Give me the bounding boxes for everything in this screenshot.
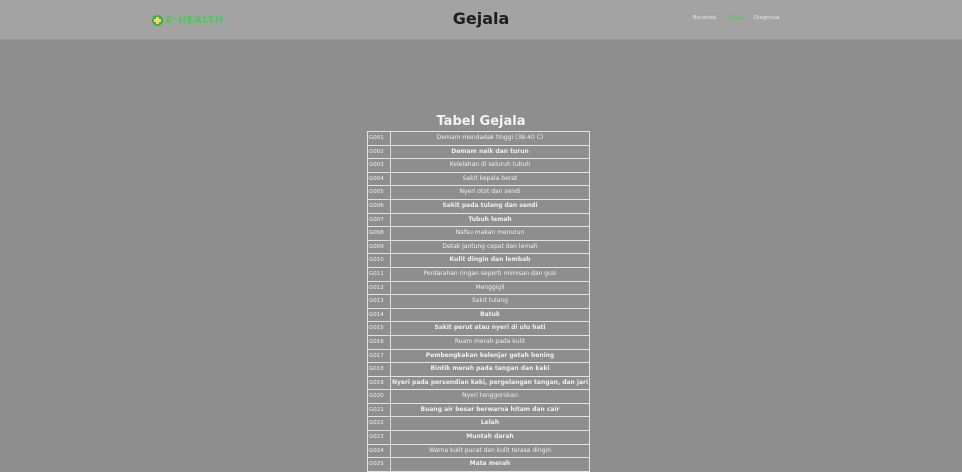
table-row: G015 Sakit perut atau nyeri di ulu hati [367,321,590,336]
symptom-name-cell: Nyeri tenggorokan [390,389,590,404]
symptom-code-cell: G001 [367,131,391,146]
symptom-name-cell: Kelelahan di seluruh tubuh [390,158,590,173]
table-row: G001 Demam mendadak tinggi (38-40 C) [367,131,590,146]
symptom-code-cell: G024 [367,443,391,459]
table-row: G019 Nyeri pada persendian kaki, pergelan… [367,375,590,391]
nav-links: Beranda Gejala Diagnosa [693,15,779,21]
symptom-code-cell: G004 [367,171,391,187]
symptom-name-cell: Detak jantung cepat dan lemah [390,239,590,255]
symptom-code-cell: G008 [367,226,391,241]
table-row: G025 Mata merah [367,457,590,472]
table-row: G020 Nyeri tenggorokan [367,389,590,404]
symptom-code-cell: G009 [367,239,391,255]
symptom-code-cell: G006 [367,198,391,214]
table-row: G008 Nafsu makan menurun [367,226,590,241]
symptom-code-cell: G015 [367,321,391,336]
symptom-name-cell: Demam naik dan turun [390,144,590,160]
symptom-table: G001 Demam mendadak tinggi (38-40 C) G002 D… [367,131,590,472]
table-row: G023 Muntah darah [367,430,590,445]
symptom-name-cell: Kulit dingin dan lembab [390,253,590,268]
top-navbar: E-HEALTH Gejala Beranda Gejala Diagnosa [0,0,962,40]
symptom-name-cell: Tubuh lemah [390,212,590,228]
page-title: Gejala [452,9,510,28]
symptom-code-cell: G020 [367,389,391,404]
table-row: G022 Lelah [367,416,590,432]
symptom-name-cell: Sakit tulang [390,294,590,309]
table-row: G024 Warna kulit pucat dan kulit terasa d… [367,443,590,459]
symptom-code-cell: G018 [367,362,391,377]
symptom-name-cell: Warna kulit pucat dan kulit terasa dingi… [390,443,590,459]
table-row: G017 Pembengkakan kelenjar getah bening [367,348,590,364]
symptom-name-cell: Bintik merah pada tangan dan kaki [390,362,590,377]
table-row: G018 Bintik merah pada tangan dan kaki [367,362,590,377]
table-row: G011 Perdarahan ringan seperti mimisan da… [367,266,590,282]
symptom-code-cell: G002 [367,144,391,160]
symptom-name-cell: Nyeri otot dan sendi [390,185,590,200]
symptom-code-cell: G016 [367,334,391,350]
symptom-code-cell: G013 [367,294,391,309]
symptom-name-cell: Pembengkakan kelenjar getah bening [390,348,590,364]
symptom-name-cell: Demam mendadak tinggi (38-40 C) [390,131,590,146]
symptom-name-cell: Nyeri pada persendian kaki, pergelangan … [390,375,590,391]
table-row: G010 Kulit dingin dan lembab [367,253,590,268]
symptom-code-cell: G007 [367,212,391,228]
symptom-code-cell: G023 [367,430,391,445]
table-row: G004 Sakit kepala berat [367,171,590,187]
symptom-name-cell: Lelah [390,416,590,432]
table-row: G006 Sakit pada tulang dan sendi [367,198,590,214]
symptom-code-cell: G019 [367,375,391,391]
nav-link-diagnosa[interactable]: Diagnosa [754,15,780,21]
symptom-name-cell: Batuk [390,307,590,323]
symptom-code-cell: G022 [367,416,391,432]
symptom-code-cell: G012 [367,280,391,296]
symptom-name-cell: Sakit kepala berat [390,171,590,187]
table-row: G021 Buang air besar berwarna hitam dan c… [367,402,590,418]
symptom-name-cell: Buang air besar berwarna hitam dan cair [390,402,590,418]
table-title: Tabel Gejala [436,114,526,129]
nav-link-gejala[interactable]: Gejala [726,15,743,21]
symptom-code-cell: G025 [367,457,391,472]
symptom-code-cell: G021 [367,402,391,418]
table-row: G014 Batuk [367,307,590,323]
table-row: G016 Ruam merah pada kulit [367,334,590,350]
table-row: G007 Tubuh lemah [367,212,590,228]
table-row: G012 Menggigil [367,280,590,296]
symptom-code-cell: G014 [367,307,391,323]
table-row: G013 Sakit tulang [367,294,590,309]
symptom-name-cell: Sakit perut atau nyeri di ulu hati [390,321,590,336]
symptom-code-cell: G003 [367,158,391,173]
symptom-name-cell: Perdarahan ringan seperti mimisan dan gu… [390,266,590,282]
symptom-name-cell: Nafsu makan menurun [390,226,590,241]
symptom-code-cell: G017 [367,348,391,364]
symptom-name-cell: Muntah darah [390,430,590,445]
symptom-name-cell: Mata merah [390,457,590,472]
symptom-name-cell: Sakit pada tulang dan sendi [390,198,590,214]
nav-link-beranda[interactable]: Beranda [693,15,716,21]
table-row: G009 Detak jantung cepat dan lemah [367,239,590,255]
table-row: G003 Kelelahan di seluruh tubuh [367,158,590,173]
symptom-code-cell: G005 [367,185,391,200]
table-row: G005 Nyeri otot dan sendi [367,185,590,200]
symptom-name-cell: Menggigil [390,280,590,296]
symptom-code-cell: G010 [367,253,391,268]
symptom-code-cell: G011 [367,266,391,282]
symptom-name-cell: Ruam merah pada kulit [390,334,590,350]
table-row: G002 Demam naik dan turun [367,144,590,160]
